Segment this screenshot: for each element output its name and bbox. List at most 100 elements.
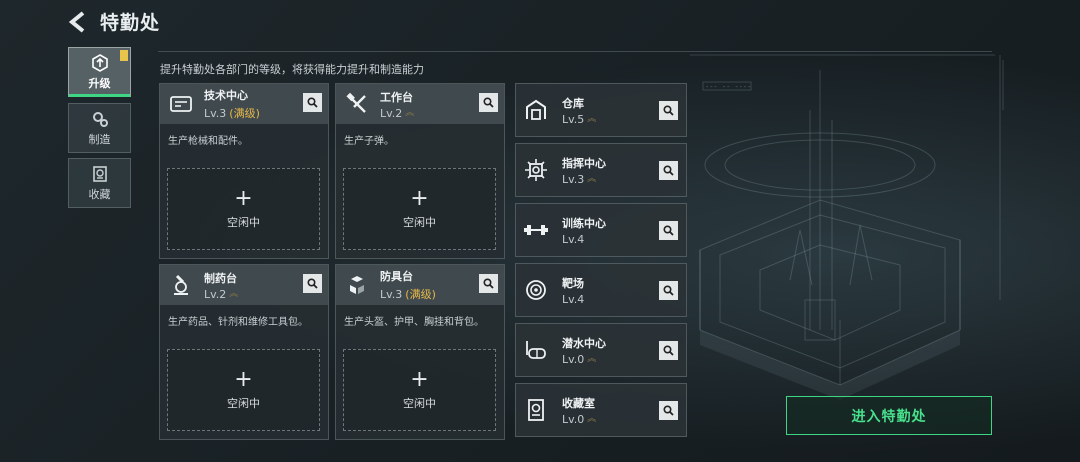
- magnifier-icon: [663, 165, 674, 176]
- collection-room-icon: [522, 396, 550, 424]
- plus-icon: +: [410, 367, 429, 392]
- facility-name: 训练中心: [562, 216, 606, 230]
- inspect-button[interactable]: [303, 274, 322, 293]
- facility-card-collection-room[interactable]: 收藏室 Lv.0 ︽: [515, 383, 687, 437]
- production-slot[interactable]: + 空闲中: [167, 349, 320, 431]
- max-level-tag: (满级): [405, 288, 436, 301]
- enter-button-label: 进入特勤处: [851, 408, 927, 425]
- production-slot[interactable]: + 空闲中: [167, 168, 320, 250]
- shooting-range-icon: [522, 276, 550, 304]
- facility-name: 指挥中心: [562, 156, 606, 170]
- workbench-icon: [344, 91, 370, 117]
- facility-level: Lv.3: [562, 172, 585, 186]
- magnifier-icon: [663, 345, 674, 356]
- facility-name: 收藏室: [562, 396, 595, 410]
- facility-card-armor-bench[interactable]: 防具台 Lv.3 (满级) 生产头盔、护甲、胸挂和背包。 + 空闲中: [335, 264, 505, 440]
- collection-icon: [92, 165, 107, 182]
- warehouse-icon: [522, 96, 550, 124]
- back-arrow-icon[interactable]: [66, 9, 88, 35]
- inspect-button[interactable]: [303, 93, 322, 112]
- page-subtitle: 提升特勤处各部门的等级，将获得能力提升和制造能力: [160, 63, 424, 76]
- facility-name: 防具台: [380, 270, 413, 283]
- magnifier-icon: [483, 278, 494, 289]
- facility-level: Lv.3: [204, 106, 227, 120]
- notification-badge: [120, 50, 128, 61]
- magnifier-icon: [307, 97, 318, 108]
- magnifier-icon: [663, 225, 674, 236]
- max-level-tag: (满级): [229, 107, 260, 120]
- command-center-icon: [522, 156, 550, 184]
- inspect-button[interactable]: [479, 274, 498, 293]
- facility-level: Lv.5: [562, 112, 585, 126]
- magnifier-icon: [483, 97, 494, 108]
- facility-level: Lv.2: [380, 106, 403, 120]
- plus-icon: +: [234, 367, 253, 392]
- card-header: 工作台 Lv.2 ︽: [336, 84, 504, 124]
- facility-name: 制药台: [204, 271, 237, 285]
- magnifier-icon: [307, 278, 318, 289]
- inspect-button[interactable]: [659, 341, 678, 360]
- facility-card-training-center[interactable]: 训练中心 Lv.4: [515, 203, 687, 257]
- slot-status: 空闲中: [227, 397, 260, 410]
- facility-level: Lv.3: [380, 287, 403, 301]
- upgrade-available-icon: ︽: [587, 413, 597, 424]
- magnifier-icon: [663, 405, 674, 416]
- facility-description: 生产药品、针剂和维修工具包。: [168, 317, 308, 328]
- production-slot[interactable]: + 空闲中: [343, 168, 496, 250]
- production-slot[interactable]: + 空闲中: [343, 349, 496, 431]
- facility-level: Lv.0: [562, 412, 585, 426]
- header: 特勤处: [66, 8, 160, 35]
- sidebar-item-label: 收藏: [88, 187, 111, 201]
- slot-status: 空闲中: [227, 216, 260, 229]
- plus-icon: +: [410, 186, 429, 211]
- facility-card-pharmacy[interactable]: 制药台 Lv.2 ︽ 生产药品、针剂和维修工具包。 + 空闲中: [159, 264, 329, 440]
- card-header: 防具台 Lv.3 (满级): [336, 265, 504, 305]
- facility-card-tech-center[interactable]: 技术中心 Lv.3 (满级) 生产枪械和配件。 + 空闲中: [159, 83, 329, 259]
- facility-card-workbench[interactable]: 工作台 Lv.2 ︽ 生产子弹。 + 空闲中: [335, 83, 505, 259]
- upgrade-available-icon: ︽: [229, 288, 239, 299]
- facility-card-warehouse[interactable]: 仓库 Lv.5 ︽: [515, 83, 687, 137]
- facility-level: Lv.0: [562, 352, 585, 366]
- card-header: 技术中心 Lv.3 (满级): [160, 84, 328, 124]
- card-header: 制药台 Lv.2 ︽: [160, 265, 328, 305]
- magnifier-icon: [663, 105, 674, 116]
- hud-readout: --- -- ----: [705, 83, 752, 91]
- facility-card-diving-center[interactable]: 潜水中心 Lv.0 ︽: [515, 323, 687, 377]
- sidebar-item-label: 升级: [88, 76, 111, 90]
- upgrade-available-icon: ︽: [587, 113, 597, 124]
- inspect-button[interactable]: [479, 93, 498, 112]
- sidebar-item-collection[interactable]: 收藏: [68, 158, 131, 208]
- tech-center-icon: [168, 91, 194, 117]
- facility-description: 生产子弹。: [344, 136, 394, 147]
- facility-description: 生产头盔、护甲、胸挂和背包。: [344, 317, 484, 328]
- upgrade-available-icon: ︽: [405, 107, 415, 118]
- facility-name: 工作台: [380, 90, 413, 104]
- facility-level: Lv.2: [204, 287, 227, 301]
- sidebar-item-upgrade[interactable]: 升级: [68, 47, 131, 97]
- page-title: 特勤处: [100, 12, 161, 34]
- armor-bench-icon: [344, 272, 370, 298]
- inspect-button[interactable]: [659, 101, 678, 120]
- facility-description: 生产枪械和配件。: [168, 136, 248, 147]
- facility-name: 仓库: [562, 96, 584, 110]
- header-divider: [158, 51, 992, 52]
- enter-special-ops-button[interactable]: 进入特勤处: [786, 396, 992, 435]
- facility-level: Lv.4: [562, 232, 585, 246]
- facility-card-command-center[interactable]: 指挥中心 Lv.3 ︽: [515, 143, 687, 197]
- upgrade-available-icon: ︽: [587, 353, 597, 364]
- slot-status: 空闲中: [403, 216, 436, 229]
- facility-name: 潜水中心: [562, 336, 606, 350]
- sidebar-item-label: 制造: [88, 132, 111, 146]
- diving-center-icon: [522, 336, 550, 364]
- sidebar-item-craft[interactable]: 制造: [68, 103, 131, 153]
- facility-card-shooting-range[interactable]: 靶场 Lv.4: [515, 263, 687, 317]
- inspect-button[interactable]: [659, 401, 678, 420]
- training-center-icon: [522, 216, 550, 244]
- upgrade-available-icon: ︽: [587, 173, 597, 184]
- inspect-button[interactable]: [659, 221, 678, 240]
- inspect-button[interactable]: [659, 281, 678, 300]
- upgrade-icon: [91, 53, 108, 72]
- plus-icon: +: [234, 186, 253, 211]
- inspect-button[interactable]: [659, 161, 678, 180]
- magnifier-icon: [663, 285, 674, 296]
